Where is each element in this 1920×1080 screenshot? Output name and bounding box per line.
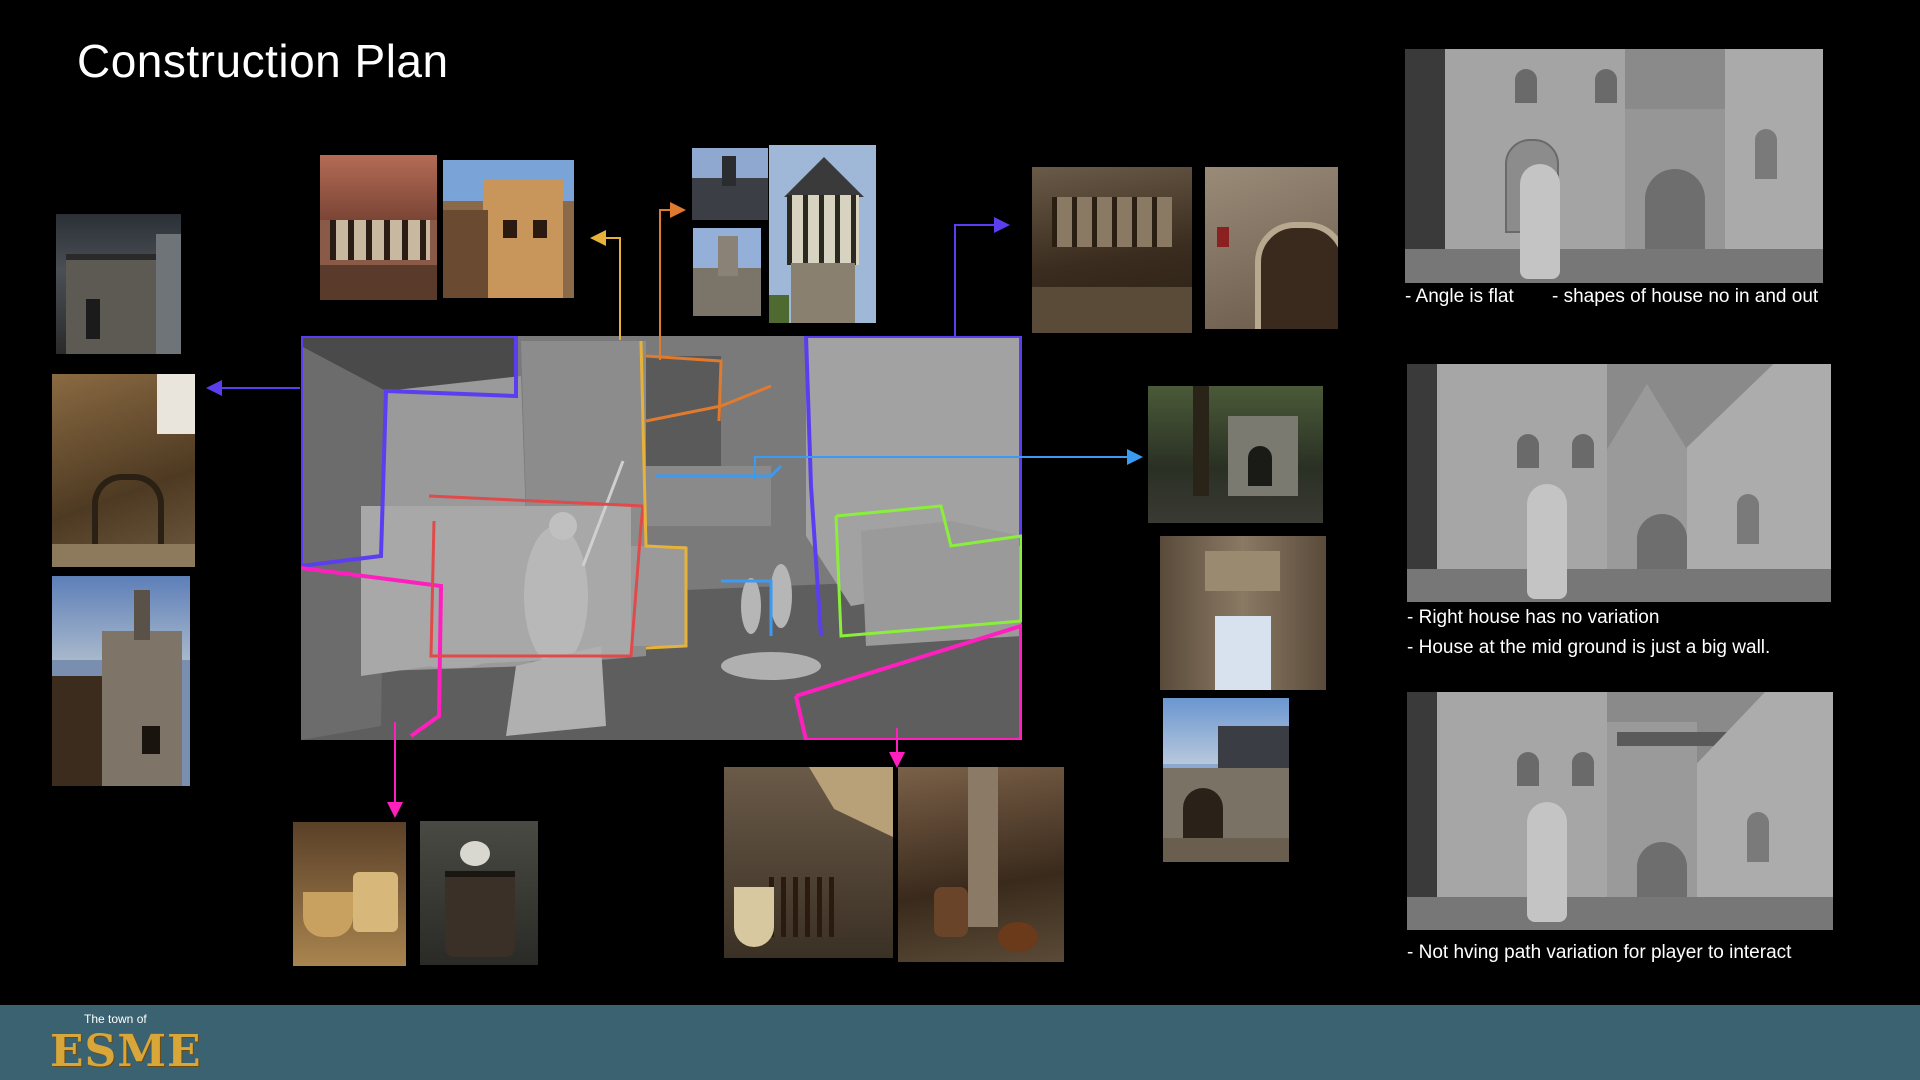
brand-logo: ESME bbox=[50, 1026, 202, 1077]
note-right-house: - Right house has no variation bbox=[1407, 607, 1660, 628]
iteration-render-1 bbox=[1405, 49, 1823, 283]
footer-bar bbox=[0, 1005, 1920, 1080]
note-angle-flat: - Angle is flat bbox=[1405, 286, 1514, 307]
brand-tagline: The town of bbox=[84, 1012, 147, 1026]
note-midground-wall: - House at the mid ground is just a big … bbox=[1407, 637, 1771, 658]
note-path-variation: - Not hving path variation for player to… bbox=[1407, 942, 1792, 963]
note-house-shapes: - shapes of house no in and out bbox=[1552, 286, 1819, 307]
iteration-render-3 bbox=[1407, 692, 1833, 930]
iteration-render-2 bbox=[1407, 364, 1831, 602]
